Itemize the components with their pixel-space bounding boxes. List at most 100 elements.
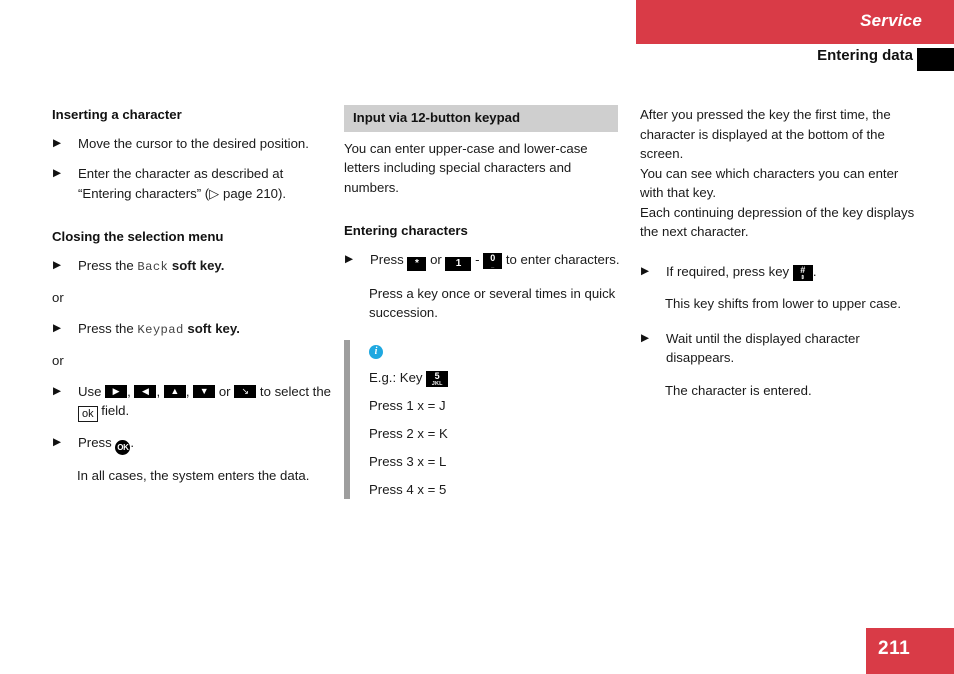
list-item-text: Move the cursor to the desired position. xyxy=(78,135,309,151)
intro-paragraph: You can enter upper-case and lower-case … xyxy=(344,140,588,195)
press-note: Press a key once or several times in qui… xyxy=(369,285,616,321)
bullet-triangle-icon: ▶ xyxy=(53,436,62,448)
thumb-index-marker xyxy=(917,48,954,71)
soft-key-keypad-label[interactable]: Keypad xyxy=(137,323,183,337)
info-line: Press 3 x = L xyxy=(369,453,447,469)
bullet-triangle-icon: ▶ xyxy=(641,264,650,277)
paragraph-which-characters: You can see which characters you can ent… xyxy=(640,165,899,201)
use-end: field. xyxy=(101,403,130,418)
shift-suffix: . xyxy=(812,263,817,279)
list-item: ▶ Move the cursor to the desired positio… xyxy=(52,134,336,154)
arrow-down-icon[interactable]: ▼ xyxy=(193,384,216,398)
ok-field-icon[interactable]: ok xyxy=(78,406,98,422)
list-item-use-arrows: ▶ Use ▶, ◀, ▲, ▼ or ↘ to select the ok f… xyxy=(52,382,336,422)
key-zero-icon[interactable]: 0 _ xyxy=(483,252,503,269)
info-icon-row: i xyxy=(369,340,620,360)
page-number-box: 211 xyxy=(866,628,954,674)
soft-key-back-label[interactable]: Back xyxy=(137,260,168,274)
key-5-sub: JKL xyxy=(431,380,443,387)
final-note: In all cases, the system enters the data… xyxy=(77,468,310,483)
bullet-triangle-icon: ▶ xyxy=(53,136,62,149)
shift-note: This key shifts from lower to upper case… xyxy=(665,296,901,311)
list-item-text: Use ▶, ◀, ▲, ▼ or ↘ to select the ok fie… xyxy=(78,382,336,422)
heading-closing-the-selection-menu: Closing the selection menu xyxy=(52,229,224,244)
list-item-press-shift-key: ▶ If required, press key # ⇕. xyxy=(640,262,920,282)
info-box: i E.g.: Key 5 JKL Press 1 x = J Press 2 x… xyxy=(344,339,620,499)
list-item-press-keypad: ▶ Press the Keypad soft key. xyxy=(52,319,336,341)
info-example-key-row: E.g.: Key 5 JKL xyxy=(369,368,620,388)
arrow-down-glyph: ▼ xyxy=(199,385,209,396)
key-hash-main: # xyxy=(800,264,806,275)
heading-inserting-a-character: Inserting a character xyxy=(52,107,182,122)
paragraph-next-character: Each continuing depression of the key di… xyxy=(640,204,915,240)
press-back-prefix: Press the xyxy=(78,257,134,273)
info-line: Press 4 x = 5 xyxy=(369,481,447,497)
bullet-triangle-icon: ▶ xyxy=(53,167,62,179)
key-hash-sub: ⇕ xyxy=(800,274,806,281)
bullet-triangle-icon: ▶ xyxy=(641,331,650,344)
press-keypad-prefix: Press the xyxy=(78,320,134,336)
ok-button-icon[interactable]: OK xyxy=(115,440,131,455)
arrow-right-icon[interactable]: ▶ xyxy=(105,384,128,398)
list-item-text: If required, press key # ⇕. xyxy=(666,262,920,282)
arrow-up-glyph: ▲ xyxy=(170,385,180,396)
key-one-icon[interactable]: 1 xyxy=(445,256,472,271)
wait-note: The character is entered. xyxy=(665,382,812,398)
bullet-triangle-icon: ▶ xyxy=(345,252,354,265)
info-line: Press 1 x = J xyxy=(369,397,446,413)
key-5-jkl-icon[interactable]: 5 JKL xyxy=(426,370,449,387)
bullet-triangle-icon: ▶ xyxy=(53,384,62,397)
key-5-main: 5 xyxy=(434,370,440,381)
press-suffix: to enter characters. xyxy=(505,251,620,267)
heading-entering-characters: Entering characters xyxy=(344,223,468,238)
list-item-text: Press the Back soft key. xyxy=(78,256,336,278)
list-item-text: Press the Keypad soft key. xyxy=(78,319,336,341)
press-prefix: Press xyxy=(370,251,404,267)
arrow-left-icon[interactable]: ◀ xyxy=(134,384,157,398)
press-back-suffix: soft key. xyxy=(171,257,225,273)
list-item-text: Enter the character as described at “Ent… xyxy=(78,166,287,201)
left-column: Inserting a character ▶ Move the cursor … xyxy=(52,105,336,486)
range-dash: - xyxy=(475,251,480,267)
list-item-text: Press OK. xyxy=(78,433,336,455)
right-column: After you pressed the key the first time… xyxy=(640,105,920,400)
list-item-text: Press * or 1 - 0 _ to enter characters. xyxy=(370,250,620,271)
list-item-press-keys: ▶ Press * or 1 - 0 _ to enter characters. xyxy=(344,250,620,271)
list-item-wait: ▶ Wait until the displayed character dis… xyxy=(640,329,920,368)
list-item-press-ok: ▶ Press OK. xyxy=(52,433,336,455)
paragraph-first-press: After you pressed the key the first time… xyxy=(640,107,891,161)
middle-column: Input via 12-button keypad You can enter… xyxy=(344,105,620,499)
use-prefix: Use xyxy=(78,383,102,399)
arrow-diagonal-icon[interactable]: ↘ xyxy=(234,384,257,398)
list-item-press-back: ▶ Press the Back soft key. xyxy=(52,256,336,278)
key-zero-main: 0 xyxy=(490,252,496,263)
comma-2: , xyxy=(156,383,161,399)
arrow-left-glyph: ◀ xyxy=(142,385,149,396)
info-line: Press 2 x = K xyxy=(369,425,448,441)
press-ok-prefix: Press xyxy=(78,435,112,450)
header-red-band: Service xyxy=(636,0,954,44)
info-icon: i xyxy=(369,344,383,359)
page-number: 211 xyxy=(878,638,911,659)
shift-prefix: If required, press key xyxy=(666,263,790,279)
key-star-icon[interactable]: * xyxy=(407,256,427,271)
arrow-diagonal-glyph: ↘ xyxy=(241,385,249,396)
conjunction-or: or xyxy=(52,353,64,368)
arrow-up-icon[interactable]: ▲ xyxy=(163,384,186,398)
press-ok-suffix: . xyxy=(130,435,135,450)
chapter-title: Service xyxy=(860,11,922,30)
header-subtitle-row: Entering data xyxy=(636,47,954,72)
list-item: ▶ Enter the character as described at “E… xyxy=(52,164,336,203)
key-hash-shift-icon[interactable]: # ⇕ xyxy=(792,264,813,281)
comma-1: , xyxy=(127,383,131,399)
use-suffix: to select the xyxy=(259,383,332,399)
heading-input-via-12-button-keypad: Input via 12-button keypad xyxy=(344,105,618,132)
bullet-triangle-icon: ▶ xyxy=(53,321,62,334)
info-box-left-bar xyxy=(344,339,350,499)
section-title: Entering data xyxy=(817,47,913,64)
press-keypad-suffix: soft key. xyxy=(187,320,240,336)
or-word: or xyxy=(430,251,442,267)
comma-3: , xyxy=(185,383,190,399)
use-middle-or: or xyxy=(218,383,231,399)
